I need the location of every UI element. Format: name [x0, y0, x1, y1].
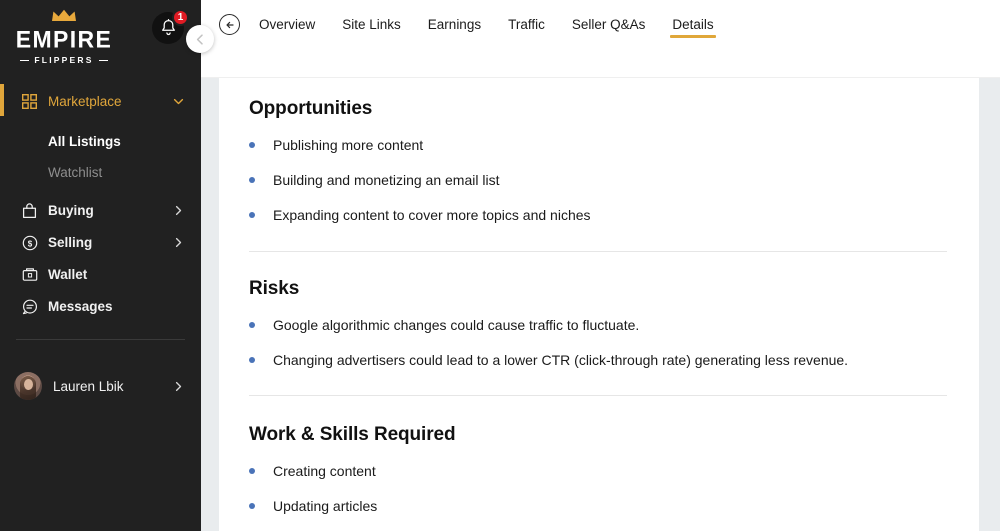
- dollar-circle-icon: $: [22, 235, 44, 251]
- bullet-icon: [249, 142, 255, 148]
- sidebar-item-buying[interactable]: Buying: [0, 196, 201, 225]
- section-divider: [249, 395, 947, 397]
- sidebar-item-label: Wallet: [48, 267, 88, 282]
- logo-flippers-text: FLIPPERS: [20, 55, 108, 65]
- arrow-left-icon: [225, 21, 234, 28]
- sidebar-item-label: Selling: [48, 235, 93, 250]
- sidebar-collapse-button[interactable]: [186, 25, 214, 53]
- tab-site-links[interactable]: Site Links: [334, 0, 409, 45]
- app-root: EMPIRE FLIPPERS 1 Marketplace All Listin…: [0, 0, 1000, 531]
- sidebar: EMPIRE FLIPPERS 1 Marketplace All Listin…: [0, 0, 214, 531]
- logo-dash-left: [20, 59, 30, 61]
- list-item-text: Changing advertisers could lead to a low…: [273, 351, 849, 368]
- tab-details[interactable]: Details: [664, 0, 721, 45]
- back-button[interactable]: [219, 14, 240, 35]
- svg-text:$: $: [28, 239, 33, 248]
- sidebar-subitem-label: Watchlist: [48, 164, 103, 180]
- section-title: Risks: [249, 277, 300, 299]
- tab-label: Site Links: [342, 17, 401, 32]
- main-area: Overview Site Links Earnings Traffic Sel…: [201, 0, 1000, 531]
- section-opportunities: Opportunities Publishing more content Bu…: [249, 98, 951, 225]
- avatar: [14, 372, 42, 400]
- list-item-text: Publishing more content: [273, 137, 424, 153]
- section-title: Work & Skills Required: [249, 424, 456, 446]
- notification-badge: 1: [172, 9, 189, 26]
- list-item-text: Updating articles: [273, 498, 378, 515]
- bag-icon: [22, 202, 44, 219]
- sidebar-item-selling[interactable]: $ Selling: [0, 228, 201, 257]
- bullet-list: Creating content Updating articles: [249, 462, 951, 516]
- bullet-icon: [249, 321, 255, 328]
- section-title: Opportunities: [249, 98, 373, 119]
- bullet-list: Publishing more content Building and mon…: [249, 136, 951, 225]
- logo-flippers-label: FLIPPERS: [34, 55, 94, 65]
- sidebar-item-all-listings[interactable]: All Listings: [0, 127, 201, 155]
- sidebar-item-label: Marketplace: [48, 93, 122, 109]
- content-right-gutter: [979, 78, 1000, 531]
- list-item: Expanding content to cover more topics a…: [249, 206, 951, 225]
- chevron-right-icon[interactable]: [172, 204, 185, 217]
- detail-tabs: Overview Site Links Earnings Traffic Sel…: [251, 0, 733, 45]
- content-left-gutter: [201, 78, 219, 531]
- profile-name: Lauren Lbik: [53, 378, 124, 394]
- sidebar-profile[interactable]: Lauren Lbik: [0, 366, 201, 406]
- sidebar-nav: Marketplace All Listings Watchlist Buyin…: [0, 84, 201, 321]
- logo-dash-right: [98, 59, 108, 61]
- brand-logo[interactable]: EMPIRE FLIPPERS: [12, 9, 116, 67]
- list-item: Google algorithmic changes could cause t…: [249, 316, 951, 335]
- sidebar-header: EMPIRE FLIPPERS 1: [0, 0, 214, 86]
- tab-label: Details: [672, 17, 714, 32]
- crown-icon: [51, 9, 77, 27]
- tab-seller-qas[interactable]: Seller Q&As: [564, 0, 654, 45]
- grid-icon: [22, 93, 44, 109]
- list-item-text: Google algorithmic changes could cause t…: [273, 316, 640, 333]
- tab-label: Seller Q&As: [571, 17, 646, 32]
- tab-overview[interactable]: Overview: [251, 0, 323, 45]
- list-item-text: Building and monetizing an email list: [273, 171, 500, 188]
- tab-active-underline: [670, 35, 716, 38]
- bullet-icon: [249, 211, 255, 218]
- message-icon: [22, 299, 44, 315]
- list-item: Creating content: [249, 462, 951, 481]
- chevron-right-icon[interactable]: [172, 236, 185, 249]
- section-divider: [249, 250, 947, 252]
- sidebar-item-wallet[interactable]: Wallet: [0, 260, 201, 289]
- chevron-right-icon[interactable]: [172, 380, 185, 393]
- list-item-text: Expanding content to cover more topics a…: [273, 206, 591, 223]
- section-risks: Risks Google algorithmic changes could c…: [249, 278, 951, 370]
- list-item: Changing advertisers could lead to a low…: [249, 351, 951, 370]
- sidebar-item-messages[interactable]: Messages: [0, 292, 201, 321]
- logo-empire-text: EMPIRE: [15, 25, 113, 53]
- tab-label: Earnings: [427, 17, 482, 32]
- wallet-icon: [22, 267, 44, 282]
- tab-label: Traffic: [508, 17, 545, 32]
- sidebar-subitem-label: All Listings: [48, 133, 121, 149]
- list-item: Building and monetizing an email list: [249, 171, 951, 190]
- content-scroll-area[interactable]: Opportunities Publishing more content Bu…: [201, 78, 1000, 531]
- list-item: Publishing more content: [249, 136, 951, 155]
- sidebar-item-marketplace[interactable]: Marketplace: [0, 84, 201, 116]
- listing-details-card: Opportunities Publishing more content Bu…: [219, 78, 979, 531]
- sidebar-item-label: Messages: [48, 299, 113, 314]
- list-item: Updating articles: [249, 497, 951, 516]
- chevron-down-icon[interactable]: [172, 95, 185, 108]
- tab-label: Overview: [259, 17, 316, 32]
- list-item-text: Creating content: [273, 463, 376, 480]
- bullet-icon: [249, 468, 255, 475]
- tab-traffic[interactable]: Traffic: [500, 0, 553, 45]
- chevron-left-icon: [196, 33, 203, 45]
- sidebar-item-watchlist[interactable]: Watchlist: [0, 158, 201, 186]
- sidebar-item-label: Buying: [48, 203, 94, 218]
- bullet-icon: [249, 176, 255, 183]
- bullet-icon: [249, 356, 255, 363]
- active-indicator: [0, 84, 4, 116]
- top-navigation-bar: Overview Site Links Earnings Traffic Sel…: [201, 0, 1000, 78]
- tab-earnings[interactable]: Earnings: [420, 0, 489, 45]
- sidebar-divider: [16, 339, 185, 340]
- bullet-list: Google algorithmic changes could cause t…: [249, 316, 951, 370]
- bullet-icon: [249, 503, 255, 510]
- section-work-skills-required: Work & Skills Required Creating content …: [249, 424, 951, 516]
